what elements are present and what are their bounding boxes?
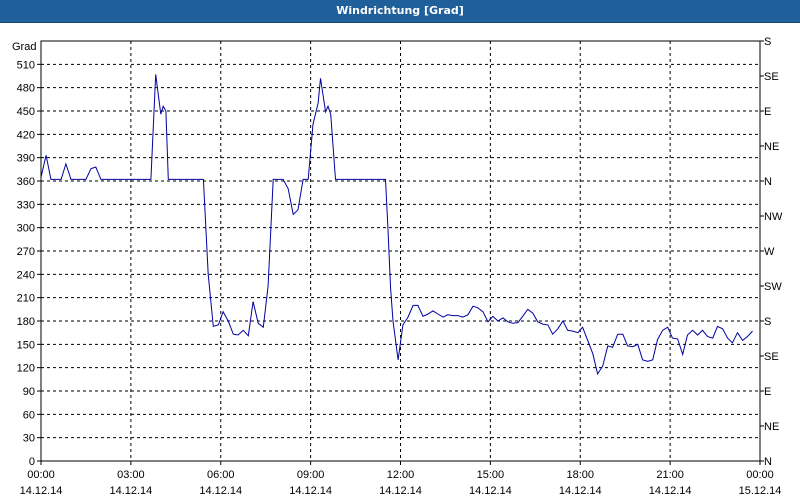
right-tick-label: N [764,176,772,188]
series-layer [40,74,753,376]
x-tick-time: 12:00 [387,469,415,481]
y-tick-label: 510 [17,59,35,71]
y-tick-label: 240 [17,269,35,281]
x-tick-time: 00:00 [746,469,774,481]
x-tick-time: 06:00 [207,469,235,481]
y-tick-label: 360 [17,176,35,188]
y-tick-label: 0 [29,456,35,468]
y-tick-label: 30 [23,433,35,445]
right-tick-label: SW [764,281,782,293]
right-tick-label: W [764,246,775,258]
right-tick-label: E [764,106,771,118]
right-axis: N NE E SE S SW W NW N NE E SE S [760,36,783,468]
right-tick-label: SE [764,351,779,363]
y-tick-label: 210 [17,293,35,305]
x-tick-date: 14.12.14 [649,485,692,497]
x-tick-time: 03:00 [117,469,145,481]
right-tick-label: SE [764,71,779,83]
x-tick-date: 14.12.14 [289,485,332,497]
x-tick-time: 00:00 [27,469,55,481]
right-tick-label: S [764,316,771,328]
x-tick-date: 14.12.14 [559,485,602,497]
right-tick-label: NW [764,211,783,223]
right-tick-label: NE [764,141,779,153]
y-tick-label: 420 [17,129,35,141]
y-tick-label: 300 [17,223,35,235]
right-tick-label: NE [764,421,779,433]
left-axis: 0 30 60 90 120 150 180 210 240 270 300 330 360 390 420… [17,59,41,468]
y-tick-label: 180 [17,316,35,328]
right-tick-label: S [764,36,771,48]
y-tick-label: 90 [23,386,35,398]
x-tick-time: 18:00 [566,469,594,481]
y-axis-label: Grad [12,41,36,53]
y-tick-label: 270 [17,246,35,258]
right-tick-label: E [764,386,771,398]
y-tick-label: 120 [17,363,35,375]
y-tick-label: 60 [23,409,35,421]
series-line [40,74,753,376]
x-tick-date: 14.12.14 [199,485,242,497]
x-tick-date: 14.12.14 [469,485,512,497]
x-tick-time: 09:00 [297,469,325,481]
y-tick-label: 390 [17,153,35,165]
wind-direction-chart: Grad 0 30 60 90 120 150 180 210 240 270 300 330 360 3… [12,36,783,497]
y-tick-label: 480 [17,83,35,95]
right-tick-label: N [764,456,772,468]
x-tick-date: 14.12.14 [379,485,422,497]
x-tick-time: 15:00 [477,469,505,481]
y-tick-label: 450 [17,106,35,118]
x-axis: 00:00 14.12.14 03:00 14.12.14 06:00 14.12.14 0… [20,461,782,497]
x-tick-date: 14.12.14 [20,485,63,497]
x-tick-date: 14.12.14 [109,485,152,497]
y-tick-label: 150 [17,339,35,351]
x-tick-time: 21:00 [656,469,684,481]
grid-lines [41,40,760,461]
y-tick-label: 330 [17,199,35,211]
x-tick-date: 15.12.14 [739,485,782,497]
